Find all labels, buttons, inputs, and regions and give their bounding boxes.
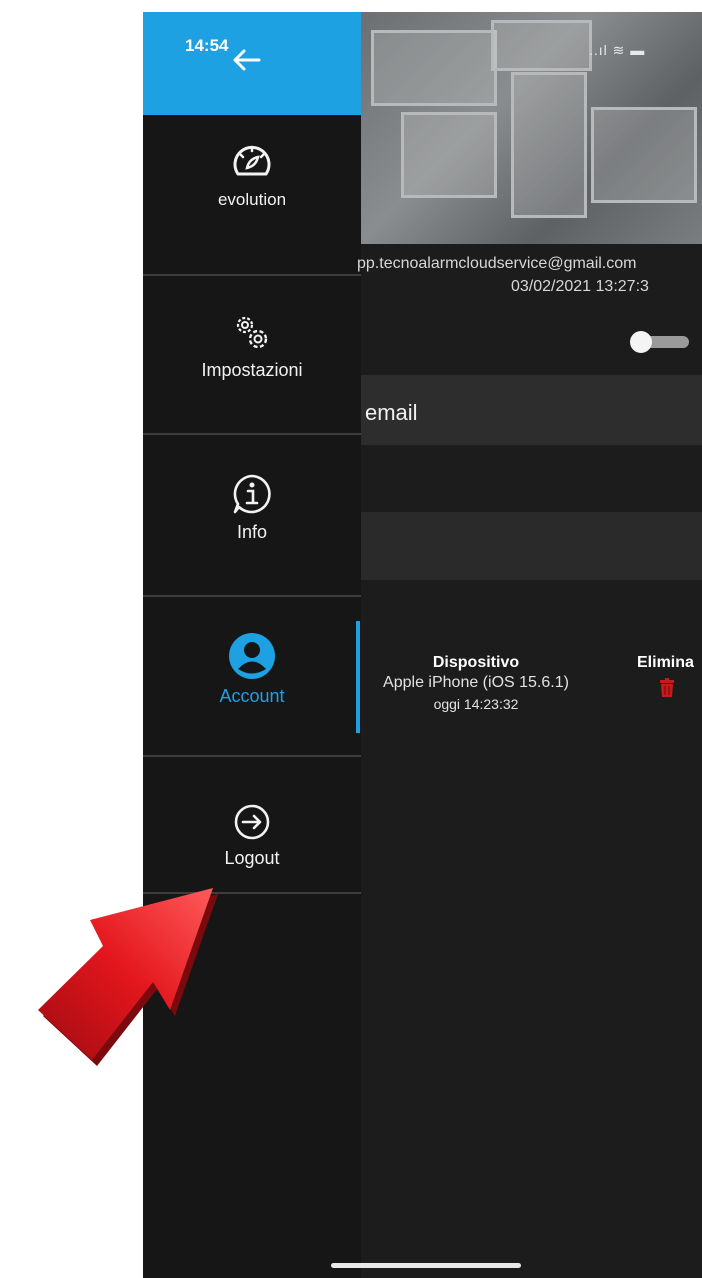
device-name: Apple iPhone (iOS 15.6.1) — [383, 674, 569, 691]
sidebar-menu: 14:54 evolution Impostazioni Info Accoun… — [143, 12, 361, 1278]
status-time: 14:54 — [185, 36, 229, 55]
sidebar-item-label: Impostazioni — [201, 360, 303, 380]
home-indicator[interactable] — [331, 1263, 521, 1268]
column-header-device: Dispositivo — [432, 654, 520, 671]
gears-icon — [236, 316, 268, 349]
logout-icon — [234, 804, 270, 840]
info-icon — [233, 474, 271, 514]
active-indicator — [356, 621, 360, 733]
sidebar-item-logout[interactable]: Logout — [143, 802, 361, 869]
sidebar-item-evolution[interactable]: evolution — [143, 140, 361, 210]
sidebar-header: 14:54 — [143, 12, 361, 115]
back-arrow-icon[interactable] — [231, 48, 261, 72]
account-icon — [229, 633, 275, 679]
account-date: 03/02/2021 13:27:3 — [511, 278, 649, 295]
status-icons: ..ıl ≋ ▬ — [589, 42, 646, 58]
account-email: pp.tecnoalarmcloudservice@gmail.com — [357, 255, 637, 272]
section-bar — [361, 512, 702, 580]
sidebar-item-impostazioni[interactable]: Impostazioni — [143, 310, 361, 381]
phone-screen: 14:54 evolution Impostazioni Info Accoun… — [143, 12, 702, 1278]
device-last-seen: oggi 14:23:32 — [433, 696, 519, 712]
speedometer-icon — [233, 145, 271, 176]
sidebar-item-label: Info — [236, 522, 268, 542]
trash-icon[interactable] — [659, 678, 675, 698]
notification-toggle[interactable] — [623, 330, 693, 354]
email-section[interactable]: email — [361, 375, 702, 445]
sidebar-item-label: Account — [219, 686, 285, 706]
sidebar-item-label: evolution — [217, 190, 287, 209]
sidebar-item-info[interactable]: Info — [143, 472, 361, 543]
email-label: email — [365, 400, 418, 425]
divider — [143, 274, 361, 276]
annotation-arrow — [38, 888, 218, 1066]
account-page: ..ıl ≋ ▬ pp.tecnoalarmcloudservice@gmail… — [356, 12, 702, 1278]
sidebar-item-account[interactable]: Account — [143, 632, 361, 707]
floorplan-banner-image: ..ıl ≋ ▬ — [361, 12, 702, 244]
divider — [143, 755, 361, 757]
sidebar-item-label: Logout — [224, 848, 280, 868]
divider — [143, 595, 361, 597]
divider — [143, 433, 361, 435]
column-header-delete: Elimina — [637, 654, 694, 671]
